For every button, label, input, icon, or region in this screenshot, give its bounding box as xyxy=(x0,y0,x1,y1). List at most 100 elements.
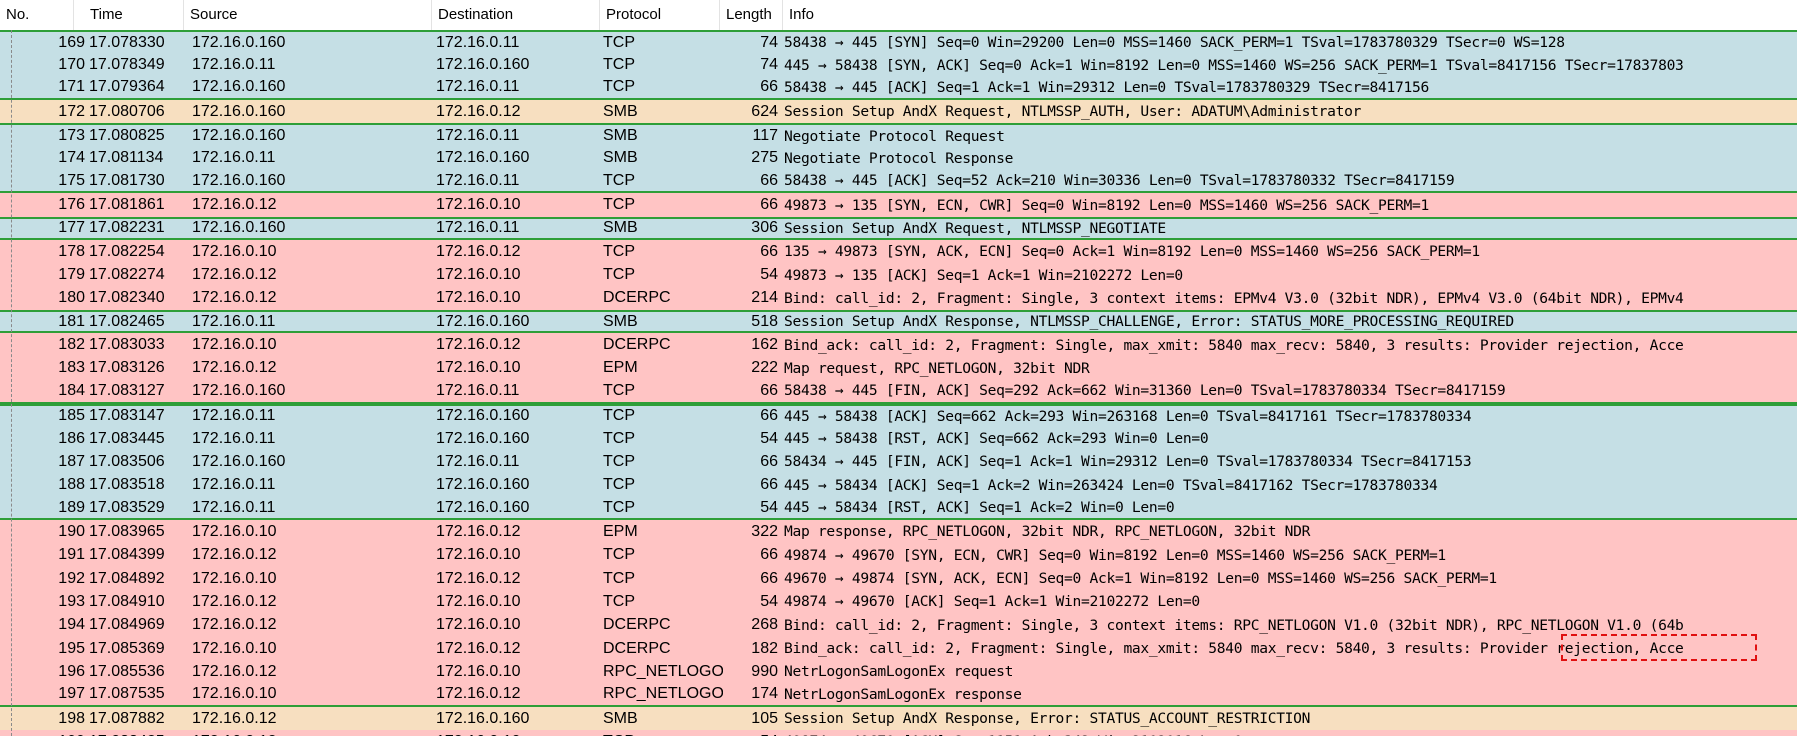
packet-row[interactable]: 182 17.083033 172.16.0.10 172.16.0.12 DCERPC… xyxy=(0,333,1797,357)
packet-row[interactable]: 187 17.083506 172.16.0.160 172.16.0.11 TCP 66… xyxy=(0,450,1797,474)
packet-length: 66 xyxy=(760,196,778,214)
packet-info: 445 → 58438 [SYN, ACK] Seq=0 Ack=1 Win=8… xyxy=(784,56,1684,74)
packet-source: 172.16.0.160 xyxy=(192,171,286,189)
packet-destination: 172.16.0.160 xyxy=(436,709,530,727)
packet-protocol: DCERPC xyxy=(603,336,671,354)
packet-info: Bind: call_id: 2, Fragment: Single, 3 co… xyxy=(784,289,1684,307)
packet-destination: 172.16.0.160 xyxy=(436,429,530,447)
packet-row[interactable]: 190 17.083965 172.16.0.10 172.16.0.12 EPM 322… xyxy=(0,520,1797,544)
packet-row[interactable]: 171 17.079364 172.16.0.160 172.16.0.11 TCP 66… xyxy=(0,76,1797,101)
packet-protocol: RPC_NETLOGON xyxy=(603,662,723,680)
packet-length: 162 xyxy=(751,336,778,354)
packet-source: 172.16.0.12 xyxy=(192,616,277,634)
packet-row[interactable]: 188 17.083518 172.16.0.11 172.16.0.160 TCP 66… xyxy=(0,473,1797,497)
column-header-info[interactable]: Info xyxy=(783,0,1797,30)
packet-source: 172.16.0.12 xyxy=(192,546,277,564)
packet-number: 174 xyxy=(58,149,85,167)
packet-time: 17.084399 xyxy=(89,546,165,564)
packet-time: 17.083506 xyxy=(89,452,165,470)
packet-number: 195 xyxy=(58,639,85,657)
packet-source: 172.16.0.11 xyxy=(192,476,276,494)
packet-row[interactable]: 175 17.081730 172.16.0.160 172.16.0.11 TCP 66… xyxy=(0,170,1797,194)
column-header-time[interactable]: Time xyxy=(84,0,184,30)
column-header-length[interactable]: Length xyxy=(720,0,783,30)
packet-number: 179 xyxy=(58,266,85,284)
packet-row[interactable]: 184 17.083127 172.16.0.160 172.16.0.11 TCP 66… xyxy=(0,380,1797,404)
packet-row[interactable]: 170 17.078349 172.16.0.11 172.16.0.160 TCP 74… xyxy=(0,53,1797,77)
packet-info: Negotiate Protocol Request xyxy=(784,127,1005,145)
packet-protocol: SMB xyxy=(603,312,638,330)
packet-row[interactable]: 180 17.082340 172.16.0.12 172.16.0.10 DCERPC… xyxy=(0,286,1797,311)
packet-row[interactable]: 199 17.088425172.16.0.12 172.16.0.10 TCP54 4… xyxy=(0,730,1797,736)
packet-source: 172.16.0.10 xyxy=(192,242,277,260)
packet-row[interactable]: 181 17.082465 172.16.0.11 172.16.0.160 SMB 51… xyxy=(0,310,1797,334)
packet-destination: 172.16.0.12 xyxy=(436,522,521,540)
packet-source: 172.16.0.12 xyxy=(192,289,277,307)
packet-row[interactable]: 186 17.083445 172.16.0.11 172.16.0.160 TCP 54… xyxy=(0,426,1797,451)
packet-destination: 172.16.0.10 xyxy=(436,196,521,214)
packet-number: 191 xyxy=(58,546,85,564)
packet-info: Map request, RPC_NETLOGON, 32bit NDR xyxy=(784,359,1090,377)
packet-destination: 172.16.0.160 xyxy=(436,312,530,330)
packet-protocol: TCP xyxy=(603,730,723,736)
packet-protocol: DCERPC xyxy=(603,639,671,657)
packet-row[interactable]: 179 17.082274 172.16.0.12 172.16.0.10 TCP 54 4… xyxy=(0,263,1797,287)
packet-length: 66 xyxy=(760,242,778,260)
packet-destination: 172.16.0.11 xyxy=(436,33,520,51)
packet-row[interactable]: 176 17.081861 172.16.0.12 172.16.0.10 TCP 66 4… xyxy=(0,193,1797,217)
packet-row[interactable]: 193 17.084910 172.16.0.12 172.16.0.10 TCP 54 4… xyxy=(0,590,1797,614)
packet-row[interactable]: 185 17.083147 172.16.0.11 172.16.0.160 TCP 66… xyxy=(0,403,1797,427)
packet-protocol: SMB xyxy=(603,709,638,727)
column-header-protocol[interactable]: Protocol xyxy=(600,0,720,30)
packet-row[interactable]: 191 17.084399 172.16.0.12 172.16.0.10 TCP 66 4… xyxy=(0,543,1797,567)
packet-length: 74 xyxy=(760,56,778,74)
packet-row[interactable]: 169 17.078330 172.16.0.160 172.16.0.11 TCP 74… xyxy=(0,30,1797,54)
packet-length: 54 xyxy=(760,592,778,610)
packet-destination: 172.16.0.12 xyxy=(436,336,521,354)
packet-row[interactable]: 183 17.083126 172.16.0.12 172.16.0.10 EPM 222… xyxy=(0,356,1797,381)
packet-destination: 172.16.0.160 xyxy=(436,407,530,425)
packet-row[interactable]: 192 17.084892 172.16.0.10 172.16.0.12 TCP 66 4… xyxy=(0,566,1797,591)
packet-number: 194 xyxy=(58,616,85,634)
packet-source: 172.16.0.10 xyxy=(192,639,277,657)
column-header-no[interactable]: No. xyxy=(0,0,74,30)
packet-time: 17.084892 xyxy=(89,569,165,587)
packet-protocol: TCP xyxy=(603,171,635,189)
packet-row[interactable]: 172 17.080706 172.16.0.160 172.16.0.12 SMB 62… xyxy=(0,100,1797,124)
packet-length: 182 xyxy=(751,639,778,657)
packet-protocol: TCP xyxy=(603,407,635,425)
packet-source: 172.16.0.10 xyxy=(192,522,277,540)
packet-length: 322 xyxy=(751,522,778,540)
packet-info: 49874 → 49670 [SYN, ECN, CWR] Seq=0 Win=… xyxy=(784,546,1446,564)
packet-length: 66 xyxy=(760,546,778,564)
packet-row[interactable]: 198 17.087882 172.16.0.12 172.16.0.160 SMB 10… xyxy=(0,706,1797,731)
packet-row[interactable]: 174 17.081134 172.16.0.11 172.16.0.160 SMB 27… xyxy=(0,146,1797,171)
packet-row[interactable]: 196 17.085536 172.16.0.12 172.16.0.10 RPC_NE… xyxy=(0,660,1797,684)
packet-number: 196 xyxy=(58,662,85,680)
packet-row[interactable]: 173 17.080825 172.16.0.160 172.16.0.11 SMB 11… xyxy=(0,123,1797,147)
packet-info: 58438 → 445 [ACK] Seq=52 Ack=210 Win=303… xyxy=(784,172,1455,190)
packet-info: 135 → 49873 [SYN, ACK, ECN] Seq=0 Ack=1 … xyxy=(784,243,1480,261)
packet-protocol: TCP xyxy=(603,452,635,470)
packet-destination: 172.16.0.11 xyxy=(436,78,520,96)
packet-time: 17.080706 xyxy=(89,102,165,120)
packet-destination: 172.16.0.12 xyxy=(436,242,521,260)
packet-number: 178 xyxy=(58,242,85,260)
packet-row[interactable]: 197 17.087535 172.16.0.10 172.16.0.12 RPC_NE… xyxy=(0,683,1797,707)
packet-time: 17.083033 xyxy=(89,336,165,354)
packet-number: 171 xyxy=(58,78,85,96)
packet-destination: 172.16.0.12 xyxy=(436,685,521,703)
column-header-source[interactable]: Source xyxy=(184,0,432,30)
packet-row[interactable]: 194 17.084969 172.16.0.12 172.16.0.10 DCERPC… xyxy=(0,613,1797,637)
packet-number: 186 xyxy=(58,429,85,447)
packet-row[interactable]: 178 17.082254 172.16.0.10 172.16.0.12 TCP 66 1… xyxy=(0,240,1797,264)
packet-row[interactable]: 177 17.082231 172.16.0.160 172.16.0.11 SMB 30… xyxy=(0,216,1797,241)
packet-row[interactable]: 195 17.085369 172.16.0.10 172.16.0.12 DCERPC… xyxy=(0,636,1797,661)
packet-number: 190 xyxy=(58,522,85,540)
column-header-destination[interactable]: Destination xyxy=(432,0,600,30)
packet-source: 172.16.0.160 xyxy=(192,33,286,51)
packet-source: 172.16.0.11 xyxy=(192,149,276,167)
packet-row[interactable]: 189 17.083529 172.16.0.11 172.16.0.160 TCP 54… xyxy=(0,496,1797,521)
packet-length: 74 xyxy=(760,33,778,51)
packet-length: 54 xyxy=(760,429,778,447)
